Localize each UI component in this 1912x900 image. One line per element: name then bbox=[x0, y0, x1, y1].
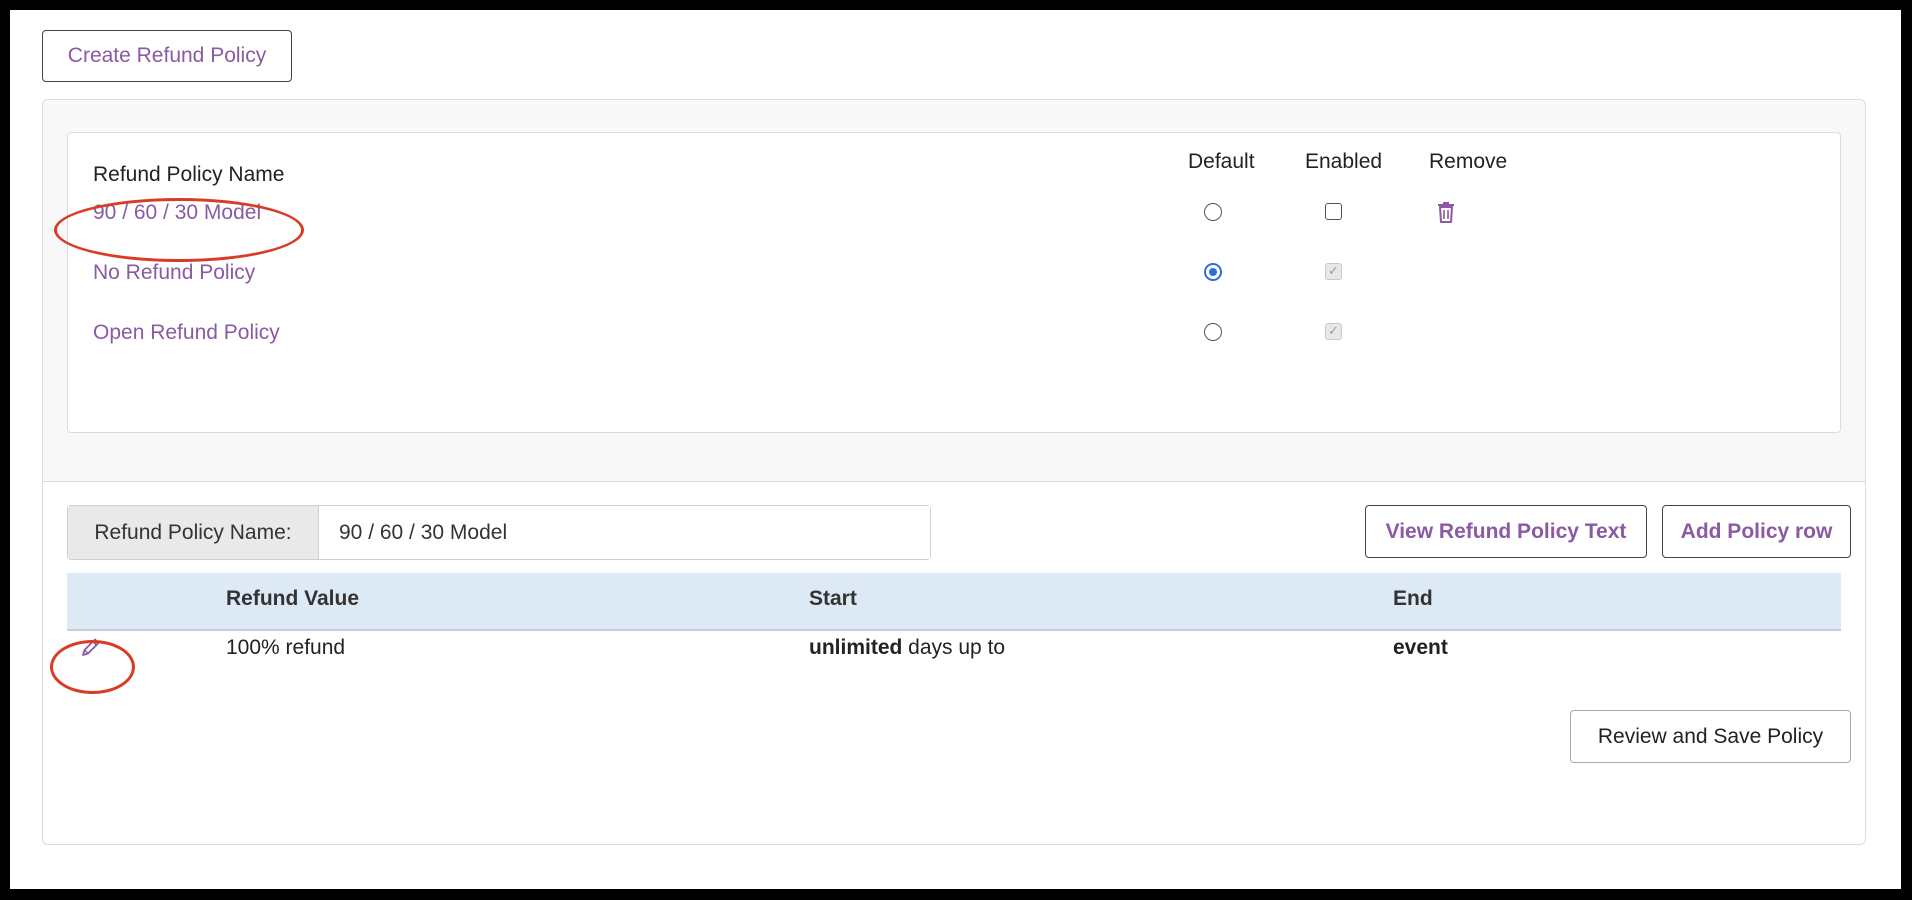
enabled-checkbox-90-60-30-model[interactable] bbox=[1325, 203, 1342, 220]
create-refund-policy-button[interactable]: Create Refund Policy bbox=[42, 30, 292, 82]
policy-name-label: Refund Policy Name: bbox=[68, 506, 319, 559]
refund-policy-card: Refund Policy Name Default Enabled Remov… bbox=[42, 99, 1866, 845]
column-header-default: Default bbox=[1188, 150, 1255, 173]
header-refund-value: Refund Value bbox=[226, 587, 360, 610]
policy-name-input[interactable] bbox=[319, 506, 930, 559]
column-header-remove: Remove bbox=[1429, 150, 1508, 173]
policy-link-open-refund-policy[interactable]: Open Refund Policy bbox=[93, 321, 280, 345]
review-and-save-policy-button[interactable]: Review and Save Policy bbox=[1570, 710, 1851, 763]
policy-link-90-60-30-model[interactable]: 90 / 60 / 30 Model bbox=[93, 201, 261, 225]
policy-link-no-refund-policy[interactable]: No Refund Policy bbox=[93, 261, 255, 285]
trash-icon[interactable] bbox=[1436, 200, 1456, 224]
header-start: Start bbox=[809, 587, 857, 610]
page-frame: Create Refund Policy Refund Policy Name … bbox=[10, 10, 1901, 889]
row-start-rest: days up to bbox=[902, 636, 1006, 659]
column-header-enabled: Enabled bbox=[1305, 150, 1383, 173]
row-start: unlimited days up to bbox=[809, 636, 1005, 660]
default-radio-90-60-30-model[interactable] bbox=[1204, 203, 1222, 221]
row-end: event bbox=[1393, 636, 1448, 659]
add-policy-row-button[interactable]: Add Policy row bbox=[1662, 505, 1851, 558]
policy-name-group: Refund Policy Name: bbox=[67, 505, 931, 560]
enabled-checkbox-open-refund-policy: ✓ bbox=[1325, 323, 1342, 340]
row-start-bold: unlimited bbox=[809, 636, 903, 659]
pencil-icon[interactable] bbox=[78, 634, 104, 660]
default-radio-open-refund-policy[interactable] bbox=[1204, 323, 1222, 341]
policy-rows-table-header: Refund Value Start End bbox=[67, 573, 1841, 631]
policy-list: Refund Policy Name Default Enabled Remov… bbox=[67, 132, 1841, 433]
view-refund-policy-text-button[interactable]: View Refund Policy Text bbox=[1365, 505, 1647, 558]
header-end: End bbox=[1393, 587, 1433, 610]
policy-list-section: Refund Policy Name Default Enabled Remov… bbox=[43, 100, 1865, 482]
column-header-name: Refund Policy Name bbox=[93, 163, 285, 186]
default-radio-no-refund-policy[interactable] bbox=[1204, 263, 1222, 281]
row-refund-value: 100% refund bbox=[226, 636, 346, 659]
enabled-checkbox-no-refund-policy: ✓ bbox=[1325, 263, 1342, 280]
